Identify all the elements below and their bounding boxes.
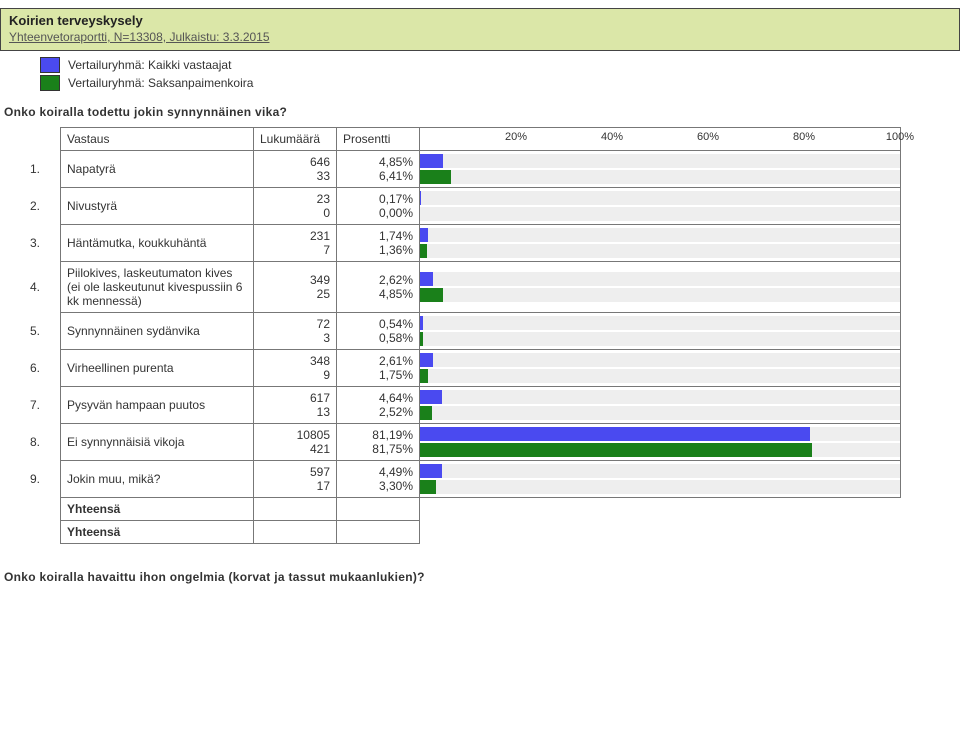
axis-tick: 80% [793,131,815,143]
answer-label: Synnynnäinen sydänvika [61,313,254,350]
bar-series-b [420,244,427,258]
percent-cell: 1,74%1,36% [337,225,420,262]
col-answer: Vastaus [61,128,254,151]
col-spacer [30,128,61,151]
legend-item: Vertailuryhmä: Saksanpaimenkoira [40,75,960,91]
bar-chart-cell [420,188,901,225]
answer-label: Ei synnynnäisiä vikoja [61,424,254,461]
axis-tick: 40% [601,131,623,143]
bar-chart-cell [420,424,901,461]
table-row: 9.Jokin muu, mikä?597174,49%3,30% [30,461,901,498]
table-row: 4.Piilokives, laskeutumaton kives (ei ol… [30,262,901,313]
bar-chart-cell [420,225,901,262]
bar-series-a [420,464,442,478]
table-row: 6.Virheellinen purenta34892,61%1,75% [30,350,901,387]
percent-cell: 0,54%0,58% [337,313,420,350]
col-chart: 20% 40% 60% 80% 100% [420,128,901,151]
row-index: 2. [30,188,61,225]
axis-ticks: 20% 40% 60% 80% 100% [420,128,900,150]
count-cell: 3489 [254,350,337,387]
legend-swatch-blue [40,57,60,73]
count-cell: 59717 [254,461,337,498]
bar-series-b [420,332,423,346]
axis-tick: 100% [886,131,914,143]
percent-cell: 2,61%1,75% [337,350,420,387]
percent-cell: 81,19%81,75% [337,424,420,461]
question-title: Onko koiralla todettu jokin synnynnäinen… [4,105,960,119]
percent-cell: 0,17%0,00% [337,188,420,225]
bar-chart-cell [420,313,901,350]
legend-swatch-green [40,75,60,91]
row-index: 9. [30,461,61,498]
bar-series-a [420,390,442,404]
report-subtitle: Yhteenvetoraportti, N=13308, Julkaistu: … [9,30,951,44]
axis-tick: 20% [505,131,527,143]
count-cell: 34925 [254,262,337,313]
count-cell: 2317 [254,225,337,262]
col-count: Lukumäärä [254,128,337,151]
answer-label: Virheellinen purenta [61,350,254,387]
answer-label: Napatyrä [61,151,254,188]
col-percent: Prosentti [337,128,420,151]
row-index: 4. [30,262,61,313]
percent-cell: 4,64%2,52% [337,387,420,424]
bar-series-a [420,191,421,205]
bar-series-a [420,228,428,242]
table-row: 8.Ei synnynnäisiä vikoja1080542181,19%81… [30,424,901,461]
bar-chart-cell [420,262,901,313]
bar-chart-cell [420,350,901,387]
legend-label-a: Vertailuryhmä: Kaikki vastaajat [68,58,231,72]
count-cell: 723 [254,313,337,350]
bar-series-a [420,272,433,286]
table-row: 5.Synnynnäinen sydänvika7230,54%0,58% [30,313,901,350]
bar-chart-cell [420,151,901,188]
legend-item: Vertailuryhmä: Kaikki vastaajat [40,57,960,73]
table-row: 1.Napatyrä646334,85%6,41% [30,151,901,188]
next-question-title: Onko koiralla havaittu ihon ongelmia (ko… [4,570,960,584]
bar-series-a [420,353,433,367]
table-row: 3.Häntämutka, koukkuhäntä23171,74%1,36% [30,225,901,262]
legend-label-b: Vertailuryhmä: Saksanpaimenkoira [68,76,253,90]
answer-label: Piilokives, laskeutumaton kives (ei ole … [61,262,254,313]
row-index: 7. [30,387,61,424]
bar-chart-cell [420,461,901,498]
count-cell: 230 [254,188,337,225]
report-header: Koirien terveyskysely Yhteenvetoraportti… [0,8,960,51]
bar-series-b [420,480,436,494]
report-title: Koirien terveyskysely [9,13,951,28]
percent-cell: 4,85%6,41% [337,151,420,188]
bar-chart-cell [420,387,901,424]
bar-series-b [420,288,443,302]
count-cell: 61713 [254,387,337,424]
table-row: 7.Pysyvän hampaan puutos617134,64%2,52% [30,387,901,424]
bar-series-b [420,406,432,420]
answer-label: Pysyvän hampaan puutos [61,387,254,424]
row-index: 6. [30,350,61,387]
row-index: 5. [30,313,61,350]
answer-label: Häntämutka, koukkuhäntä [61,225,254,262]
totals-label: Yhteensä [61,521,254,544]
table-row: 2.Nivustyrä2300,17%0,00% [30,188,901,225]
answer-label: Jokin muu, mikä? [61,461,254,498]
row-index: 3. [30,225,61,262]
bar-series-b [420,443,812,457]
bar-series-a [420,154,443,168]
count-cell: 10805421 [254,424,337,461]
legend: Vertailuryhmä: Kaikki vastaajat Vertailu… [40,57,960,91]
bar-series-a [420,316,423,330]
axis-tick: 60% [697,131,719,143]
row-index: 1. [30,151,61,188]
percent-cell: 4,49%3,30% [337,461,420,498]
results-table: Vastaus Lukumäärä Prosentti 20% 40% 60% … [30,127,901,544]
percent-cell: 2,62%4,85% [337,262,420,313]
row-index: 8. [30,424,61,461]
bar-series-b [420,170,451,184]
totals-label: Yhteensä [61,498,254,521]
answer-label: Nivustyrä [61,188,254,225]
bar-series-b [420,369,428,383]
count-cell: 64633 [254,151,337,188]
bar-series-a [420,427,810,441]
